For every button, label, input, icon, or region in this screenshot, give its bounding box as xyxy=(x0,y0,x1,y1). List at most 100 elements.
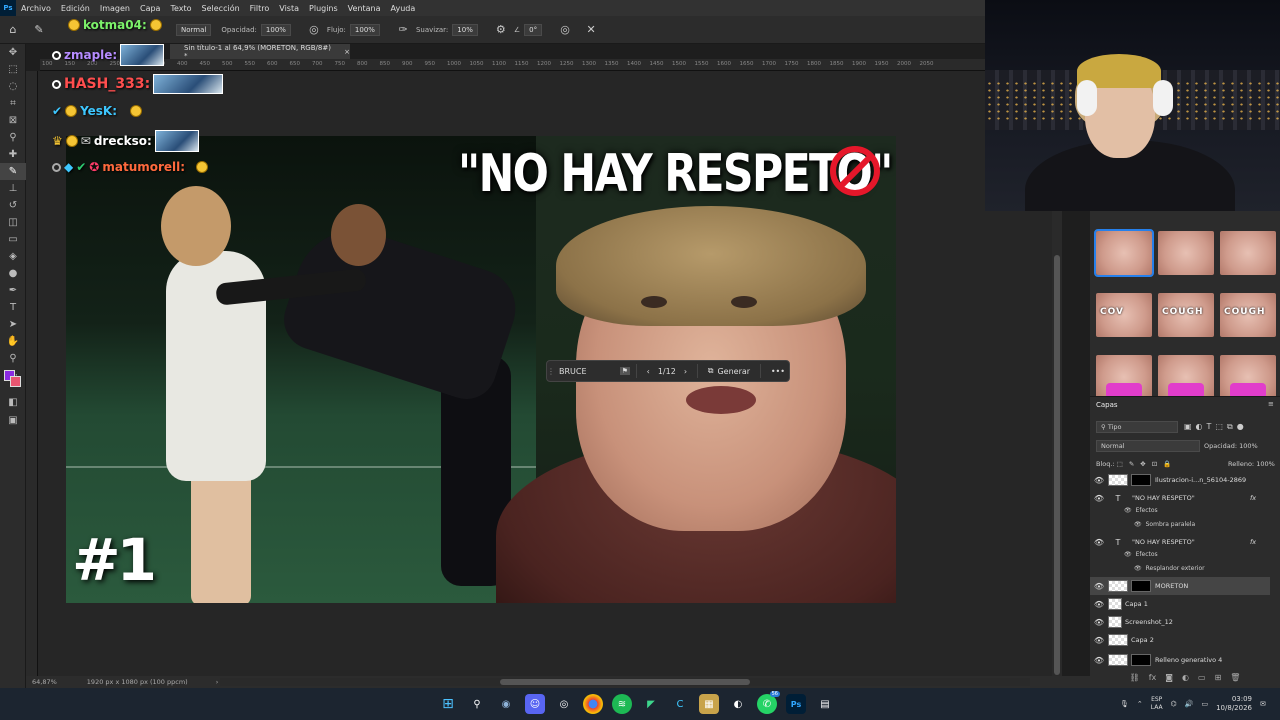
layer-filter-icons[interactable]: ▣◐T⬚⧉● xyxy=(1184,422,1248,432)
brush-tool-icon[interactable]: ✎ xyxy=(0,163,26,180)
smoothing-input[interactable]: 10% xyxy=(452,23,478,36)
effects-group[interactable]: 👁 Efectos xyxy=(1124,507,1158,514)
vertical-scrollbar[interactable] xyxy=(1052,211,1062,676)
blend-mode-select[interactable]: Normal xyxy=(1096,440,1200,452)
pressure-opacity-icon[interactable]: ◎ xyxy=(307,23,321,37)
steam-alt-icon[interactable]: ◐ xyxy=(728,694,748,714)
layer-row[interactable]: 👁 T "NO HAY RESPETO" fx xyxy=(1090,533,1270,551)
whatsapp-icon[interactable]: ✆ 56 xyxy=(757,691,780,714)
drag-handle-icon[interactable]: ⋮ xyxy=(547,367,555,376)
stamp-tool-icon[interactable]: ⊥ xyxy=(0,180,26,197)
menu-archivo[interactable]: Archivo xyxy=(16,4,56,13)
layers-panel-title[interactable]: Capas xyxy=(1096,401,1118,409)
layer-row[interactable]: 👁 T "NO HAY RESPETO" fx xyxy=(1090,489,1270,507)
obs-icon[interactable]: ◎ xyxy=(554,694,574,714)
gear-icon[interactable]: ⚙ xyxy=(494,23,508,37)
chrome-icon[interactable] xyxy=(583,694,603,714)
history-brush-icon[interactable]: ↺ xyxy=(0,197,26,214)
menu-filtro[interactable]: Filtro xyxy=(245,4,275,13)
flow-control[interactable]: Flujo: 100% xyxy=(327,23,380,36)
fx-icon[interactable]: fx xyxy=(1250,538,1256,546)
panel-menu-icon[interactable]: ≡ xyxy=(1268,400,1274,408)
new-group-icon[interactable]: ▭ xyxy=(1198,673,1206,689)
eye-icon[interactable]: 👁 xyxy=(1134,565,1142,572)
link-layers-icon[interactable]: ⛓ xyxy=(1130,673,1140,689)
battery-icon[interactable]: ▭ xyxy=(1201,700,1208,708)
capcut-icon[interactable]: ◤ xyxy=(641,694,661,714)
variation-thumbnail[interactable] xyxy=(1220,355,1276,399)
add-mask-icon[interactable]: ◙ xyxy=(1165,673,1173,689)
menu-imagen[interactable]: Imagen xyxy=(95,4,135,13)
chevron-up-icon[interactable]: ⌃ xyxy=(1137,700,1143,708)
steam-icon[interactable]: ◉ xyxy=(496,694,516,714)
variation-thumbnail[interactable] xyxy=(1096,355,1152,399)
notification-icon[interactable]: ✉ xyxy=(1260,700,1266,708)
volume-icon[interactable]: 🔊 xyxy=(1185,700,1194,708)
variation-thumbnail[interactable]: COUGH xyxy=(1220,293,1276,337)
eraser-tool-icon[interactable]: ◫ xyxy=(0,214,26,231)
layer-filter-select[interactable]: ⚲ Tipo xyxy=(1096,421,1178,433)
fx-icon[interactable]: fx xyxy=(1149,673,1157,689)
menu-ayuda[interactable]: Ayuda xyxy=(386,4,421,13)
eyedropper-tool-icon[interactable]: ⚲ xyxy=(0,129,26,146)
eye-icon[interactable]: 👁 xyxy=(1124,507,1132,514)
angle-control[interactable]: ∠ 0° xyxy=(514,23,543,36)
pen-tool-icon[interactable]: ✒ xyxy=(0,282,26,299)
generate-button[interactable]: ⧉ Generar xyxy=(704,366,754,376)
variation-thumbnail[interactable] xyxy=(1220,231,1276,275)
hand-tool-icon[interactable]: ✋ xyxy=(0,333,26,350)
prompt-settings-icon[interactable]: ⚑ xyxy=(619,367,630,375)
dodge-tool-icon[interactable]: ● xyxy=(0,265,26,282)
eye-icon[interactable]: 👁 xyxy=(1090,476,1108,485)
status-expand-icon[interactable]: › xyxy=(216,678,219,686)
close-icon[interactable]: × xyxy=(344,48,350,56)
effect-item[interactable]: 👁 Resplandor exterior xyxy=(1134,565,1205,572)
eye-icon[interactable]: 👁 xyxy=(1090,494,1108,503)
layer-opacity[interactable]: Opacidad: 100% xyxy=(1204,442,1258,450)
type-tool-icon[interactable]: T xyxy=(0,299,26,316)
effects-group[interactable]: 👁 Efectos xyxy=(1124,551,1158,558)
more-options-icon[interactable]: ••• xyxy=(767,367,789,376)
fx-icon[interactable]: fx xyxy=(1250,494,1256,502)
crop-tool-icon[interactable]: ⌗ xyxy=(0,95,26,112)
previous-variation-icon[interactable]: ‹ xyxy=(643,367,654,376)
eye-icon[interactable]: 👁 xyxy=(1090,656,1108,665)
gradient-tool-icon[interactable]: ▭ xyxy=(0,231,26,248)
frame-tool-icon[interactable]: ⊠ xyxy=(0,112,26,129)
prompt-input[interactable]: BRUCE xyxy=(559,364,620,378)
menu-seleccion[interactable]: Selección xyxy=(197,4,245,13)
menu-plugins[interactable]: Plugins xyxy=(304,4,343,13)
eye-icon[interactable]: 👁 xyxy=(1090,538,1108,547)
airbrush-icon[interactable]: ✑ xyxy=(396,23,410,37)
layer-row[interactable]: 👁 Relleno generativo 4 xyxy=(1090,651,1270,669)
game-icon[interactable]: ▦ xyxy=(699,694,719,714)
layer-fill[interactable]: Relleno: 100% xyxy=(1228,460,1275,468)
new-layer-icon[interactable]: ⊞ xyxy=(1215,673,1222,689)
smoothing-control[interactable]: Suavizar: 10% xyxy=(416,23,478,36)
eye-icon[interactable]: 👁 xyxy=(1090,636,1108,645)
delete-layer-icon[interactable]: 🗑 xyxy=(1230,673,1240,689)
zoom-tool-icon[interactable]: ⚲ xyxy=(0,350,26,367)
variation-thumbnail[interactable] xyxy=(1158,355,1214,399)
variation-thumbnail[interactable]: COV xyxy=(1096,293,1152,337)
blur-tool-icon[interactable]: ◈ xyxy=(0,248,26,265)
discord-icon[interactable]: ☺ xyxy=(525,694,545,714)
eye-icon[interactable]: 👁 xyxy=(1134,521,1142,528)
menu-texto[interactable]: Texto xyxy=(165,4,196,13)
menu-vista[interactable]: Vista xyxy=(274,4,304,13)
variation-thumbnail[interactable]: COUGH xyxy=(1158,293,1214,337)
lock-controls[interactable]: Bloq.: ⬚✎✥⊡🔒 xyxy=(1096,460,1177,468)
layer-row[interactable]: 👁 Capa 2 xyxy=(1090,631,1270,649)
layer-row[interactable]: 👁 Ilustracion-i...n_56104-2869 xyxy=(1090,471,1270,489)
variation-thumbnail[interactable] xyxy=(1094,229,1154,277)
lasso-tool-icon[interactable]: ◌ xyxy=(0,78,26,95)
background-color-swatch[interactable] xyxy=(10,376,21,387)
marquee-tool-icon[interactable]: ⬚ xyxy=(0,61,26,78)
search-icon[interactable]: ⚲ xyxy=(467,694,487,714)
photoshop-icon[interactable]: Ps xyxy=(786,694,806,714)
menu-edicion[interactable]: Edición xyxy=(56,4,95,13)
lock-icon[interactable]: ⬚✎✥⊡🔒 xyxy=(1117,460,1178,468)
eye-icon[interactable]: 👁 xyxy=(1090,618,1108,627)
task-manager-icon[interactable]: ▤ xyxy=(815,694,835,714)
path-select-icon[interactable]: ➤ xyxy=(0,316,26,333)
